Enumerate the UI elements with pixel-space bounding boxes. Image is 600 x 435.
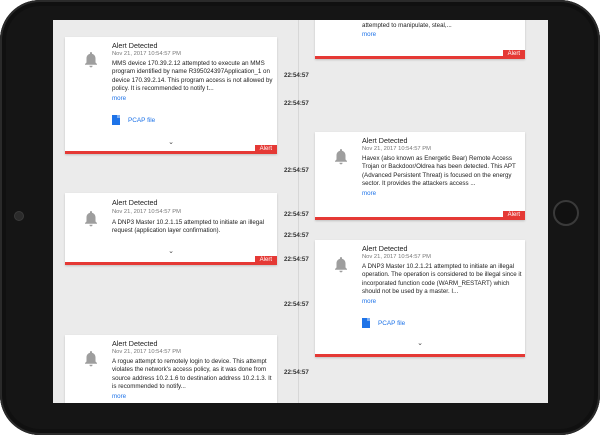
- bell-icon: [83, 350, 99, 368]
- chevron-down-icon[interactable]: ⌄: [166, 139, 176, 146]
- bell-icon: [333, 256, 349, 274]
- alert-title: Alert Detected: [362, 136, 408, 145]
- alert-title: Alert Detected: [112, 339, 158, 348]
- alert-card[interactable]: attempted to manipulate, steal,... more …: [315, 20, 525, 59]
- file-icon: [112, 115, 120, 125]
- pcap-label: PCAP file: [128, 116, 156, 124]
- timestamp: 22:54:57: [284, 211, 309, 218]
- bell-icon: [83, 210, 99, 228]
- alert-card[interactable]: Alert Detected Nov 21, 2017 10:54:57 PM …: [65, 37, 277, 154]
- camera: [14, 211, 24, 221]
- alerts-timeline-screen: Alert Detected Nov 21, 2017 10:54:57 PM …: [53, 20, 548, 403]
- tablet-frame: Alert Detected Nov 21, 2017 10:54:57 PM …: [0, 0, 600, 435]
- alert-message: A rogue attempt to remotely login to dev…: [112, 358, 272, 391]
- timestamp: 22:54:57: [284, 301, 309, 308]
- timestamp: 22:54:57: [284, 167, 309, 174]
- pcap-file-link[interactable]: PCAP file: [112, 115, 155, 125]
- alert-message: attempted to manipulate, steal,...: [362, 22, 452, 29]
- alert-message: MMS device 170.39.2.12 attempted to exec…: [112, 60, 273, 93]
- more-link[interactable]: more: [362, 31, 376, 38]
- bell-icon: [333, 148, 349, 166]
- alert-bar: [65, 151, 277, 154]
- alert-card[interactable]: Alert Detected Nov 21, 2017 10:54:57 PM …: [65, 335, 277, 403]
- alert-tag: Alert: [254, 256, 277, 265]
- alert-bar: [315, 56, 525, 59]
- alert-date: Nov 21, 2017 10:54:57 PM: [112, 349, 181, 355]
- alert-title: Alert Detected: [362, 244, 408, 253]
- home-button[interactable]: [553, 200, 579, 226]
- alert-card[interactable]: Alert Detected Nov 21, 2017 10:54:57 PM …: [315, 240, 525, 357]
- alert-bar: [65, 262, 277, 265]
- alert-tag: Alert: [502, 211, 525, 220]
- chevron-down-icon[interactable]: ⌄: [415, 340, 425, 347]
- pcap-label: PCAP file: [378, 319, 406, 327]
- alert-bar: [315, 217, 525, 220]
- more-link[interactable]: more: [362, 298, 376, 305]
- pcap-file-link[interactable]: PCAP file: [362, 318, 405, 328]
- alert-message: A DNP3 Master 10.2.1.15 attempted to ini…: [112, 219, 265, 235]
- alert-title: Alert Detected: [112, 198, 158, 207]
- more-link[interactable]: more: [112, 393, 126, 400]
- alert-date: Nov 21, 2017 10:54:57 PM: [112, 51, 181, 57]
- more-link[interactable]: more: [112, 95, 126, 102]
- alert-card[interactable]: Alert Detected Nov 21, 2017 10:54:57 PM …: [65, 193, 277, 265]
- alert-tag: Alert: [502, 50, 525, 59]
- timestamp: 22:54:57: [284, 369, 309, 376]
- alert-date: Nov 21, 2017 10:54:57 PM: [362, 146, 431, 152]
- alert-message: Havex (also known as Energetic Bear) Rem…: [362, 155, 516, 188]
- alert-date: Nov 21, 2017 10:54:57 PM: [112, 209, 181, 215]
- bell-icon: [83, 51, 99, 69]
- alert-message: A DNP3 Master 10.2.1.21 attempted to ini…: [362, 263, 522, 296]
- chevron-down-icon[interactable]: ⌄: [166, 248, 176, 255]
- alert-date: Nov 21, 2017 10:54:57 PM: [362, 254, 431, 260]
- alert-bar: [315, 354, 525, 357]
- file-icon: [362, 318, 370, 328]
- alert-card[interactable]: Alert Detected Nov 21, 2017 10:54:57 PM …: [315, 132, 525, 220]
- more-link[interactable]: more: [362, 190, 376, 197]
- alert-title: Alert Detected: [112, 41, 158, 50]
- timestamp: 22:54:57: [284, 100, 309, 107]
- timestamp: 22:54:57: [284, 256, 309, 263]
- timestamp: 22:54:57: [284, 72, 309, 79]
- alert-tag: Alert: [254, 145, 277, 154]
- timestamp: 22:54:57: [284, 232, 309, 239]
